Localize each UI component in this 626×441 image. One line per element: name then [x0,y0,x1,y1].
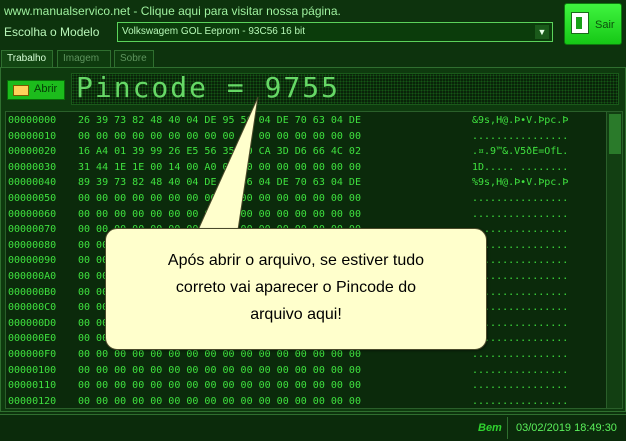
hex-ascii: &9s,H@.Þ•V.Þpc.Þ [472,115,569,126]
model-select-value: Volkswagem GOL Eeprom - 93C56 16 bit [122,26,306,37]
pincode-display: Pincode = 9755 [71,73,619,105]
hex-ascii: ................ [472,239,569,251]
hex-offset: 00000010 [8,130,57,142]
status-datetime: 03/02/2019 18:49:30 [516,422,617,434]
hex-ascii: ................ [472,364,569,376]
open-file-button[interactable]: Abrir [7,80,65,100]
hex-ascii: ................ [472,271,569,282]
callout-line-3: arquivo aqui! [250,306,342,323]
tab-trabalho[interactable]: Trabalho [1,50,53,67]
hex-ascii: ................ [472,130,569,142]
hex-hex: 31 44 1E 1E 00 14 00 A0 00 00 00 00 00 0… [78,161,361,173]
hex-offset: 00000070 [8,224,57,236]
hex-offset: 00000080 [8,239,57,251]
scrollbar-thumb[interactable] [609,114,621,154]
hex-offset: 00000120 [8,395,57,407]
hex-offset: 000000E0 [8,333,57,345]
vertical-scrollbar[interactable] [606,112,622,408]
hex-hex: 00 00 00 00 00 00 00 00 00 00 00 00 00 0… [78,364,361,376]
hex-ascii: %9s,H@.Þ•V.Þpc.Þ [472,177,569,189]
exit-door-icon [571,12,589,34]
open-label: Abrir [34,83,58,95]
hex-hex: 26 39 73 82 48 40 04 DE 95 56 04 DE 70 6… [78,115,361,126]
hex-offset: 00000090 [8,255,57,267]
hex-hex: 00 00 00 00 00 00 00 00 00 00 00 00 00 0… [78,395,361,407]
hex-ascii: ................ [472,255,569,267]
hex-hex: 00 00 00 00 00 00 00 00 00 00 00 00 00 0… [78,380,361,392]
exit-label: Sair [595,19,615,31]
callout-line-1: Após abrir o arquivo, se estiver tudo [167,252,425,269]
hex-ascii: ................ [472,208,569,220]
hex-ascii: ................ [472,286,569,298]
hex-offset: 00000000 [8,115,57,126]
model-select[interactable]: Volkswagem GOL Eeprom - 93C56 16 bit ▼ [117,22,553,42]
hex-ascii: ................ [472,224,569,236]
hex-hex: 00 00 00 00 00 00 00 00 00 00 00 00 00 0… [78,349,361,360]
hex-offset: 00000050 [8,193,57,204]
folder-icon [13,85,29,96]
callout-line-2: correto vai aparecer o Pincode do [175,279,417,296]
hex-ascii: ................ [472,380,569,392]
hex-ascii: .¤.9™&.V5ðÊ=ÖfL. [472,146,569,158]
hex-ascii: ................ [472,349,569,360]
tab-sobre[interactable]: Sobre [114,50,154,67]
hex-offset: 000000F0 [8,349,57,360]
hex-offset: 00000110 [8,380,57,392]
site-link[interactable]: www.manualservico.net - Clique aqui para… [4,4,341,18]
hex-ascii: ................ [472,302,569,314]
hex-ascii: 1D..... ........ [472,161,569,173]
hex-offset: 00000060 [8,208,57,220]
hex-offset: 000000D0 [8,317,57,329]
hex-hex: 00 00 00 00 00 00 00 00 00 00 00 00 00 0… [78,193,361,204]
status-welcome: Bem [478,422,502,434]
hex-offset: 00000030 [8,161,57,173]
hex-offset: 000000C0 [8,302,57,314]
status-divider [507,417,508,439]
pincode-text: Pincode = 9755 [76,73,341,104]
model-label: Escolha o Modelo [4,25,100,39]
chevron-down-icon[interactable]: ▼ [535,25,549,39]
hex-offset: 00000040 [8,177,57,189]
hex-offset: 000000A0 [8,271,57,282]
app-window: www.manualservico.net - Clique aqui para… [0,0,626,441]
hex-offset: 000000B0 [8,286,57,298]
hex-hex: 89 39 73 82 48 40 04 DE 95 56 04 DE 70 6… [78,177,361,189]
hex-ascii: ................ [472,193,569,204]
hex-offset: 00000020 [8,146,57,158]
hex-offset: 00000100 [8,364,57,376]
hex-hex: 16 A4 01 39 99 26 E5 56 35 F0 CA 3D D6 6… [78,146,361,158]
hex-ascii: ................ [472,395,569,407]
status-bar: Bem 03/02/2019 18:49:30 [0,414,626,441]
hex-ascii: ................ [472,317,569,329]
tab-bar: Trabalho Imagem Sobre [0,50,626,67]
callout-bubble: Após abrir o arquivo, se estiver tudo co… [105,228,487,350]
tab-imagem[interactable]: Imagem [57,50,111,67]
hex-hex: 00 00 00 00 00 00 00 00 00 00 00 00 00 0… [78,130,361,142]
hex-ascii: ................ [472,333,569,345]
hex-hex: 00 00 00 00 00 00 00 00 00 00 00 00 00 0… [78,208,361,220]
exit-button[interactable]: Sair [564,3,622,45]
